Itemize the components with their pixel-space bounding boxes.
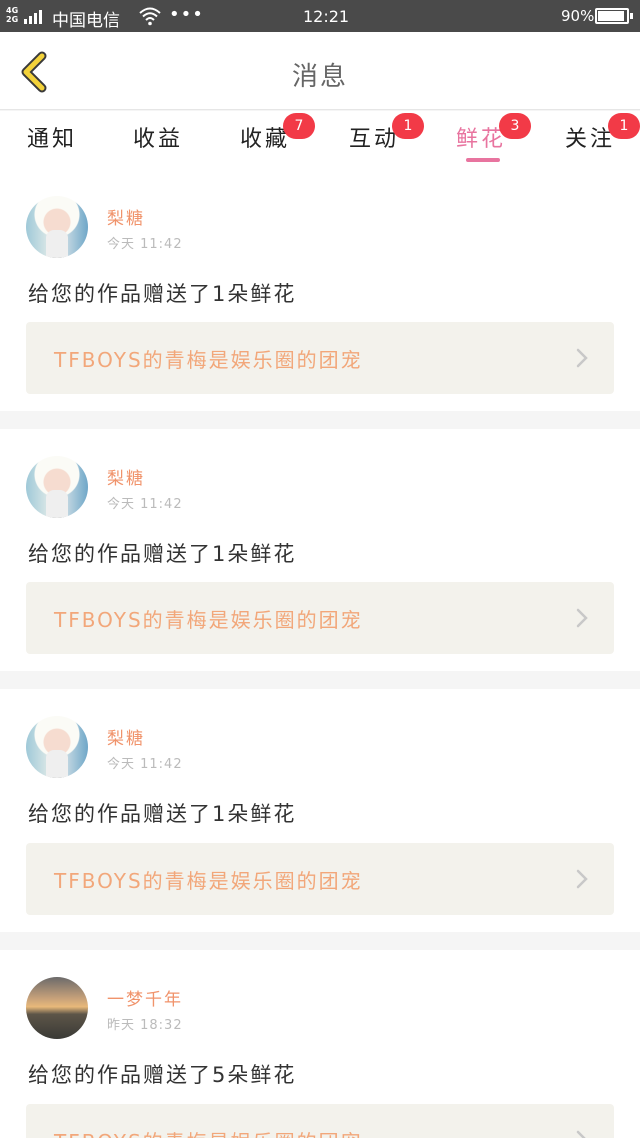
tab-notifications[interactable]: 通知 [2,121,102,173]
message-text: 给您的作品赠送了1朵鲜花 [28,282,297,306]
message-time: 昨天 18:32 [107,1018,183,1033]
work-link[interactable]: TFBOYS的青梅是娱乐圈的团宠 [26,1104,614,1138]
tab-flowers[interactable]: 鲜花 3 [431,113,531,173]
message-card: 梨糖 今天 11:42 给您的作品赠送了1朵鲜花 TFBOYS的青梅是娱乐圈的团… [0,689,640,932]
network-type: 4G 2G [6,6,18,24]
tab-following[interactable]: 关注 1 [540,113,640,173]
unread-badge: 7 [283,113,315,139]
tab-label: 收益 [132,127,183,152]
more-dots-icon: ••• [169,4,204,25]
tab-label: 通知 [26,127,77,152]
avatar[interactable] [26,716,88,778]
work-link[interactable]: TFBOYS的青梅是娱乐圈的团宠 [26,582,614,654]
chevron-right-icon [576,869,588,889]
message-time: 今天 11:42 [107,497,183,512]
status-bar: 4G 2G 中国电信 ••• 12:21 90% [0,0,640,32]
message-time: 今天 11:42 [107,757,183,772]
signal-icon [24,8,44,24]
active-tab-indicator [466,158,500,162]
work-title: TFBOYS的青梅是娱乐圈的团宠 [54,869,363,893]
tab-earnings[interactable]: 收益 [108,121,208,173]
message-text: 给您的作品赠送了1朵鲜花 [28,802,297,826]
page-title: 消息 [291,62,348,92]
message-time: 今天 11:42 [107,237,183,252]
sender-name[interactable]: 梨糖 [107,724,145,749]
message-text: 给您的作品赠送了1朵鲜花 [28,542,297,566]
unread-badge: 3 [499,113,531,139]
chevron-right-icon [576,608,588,628]
work-title: TFBOYS的青梅是娱乐圈的团宠 [54,348,363,372]
battery-icon [595,8,633,24]
chevron-right-icon [576,1130,586,1138]
tab-bar: 通知 收益 收藏 7 互动 1 鲜花 3 关注 1 [0,111,640,179]
work-title: TFBOYS的青梅是娱乐圈的团宠 [54,608,363,632]
unread-badge: 1 [608,113,640,139]
sender-name[interactable]: 一梦千年 [107,985,183,1010]
message-card: 梨糖 今天 11:42 给您的作品赠送了1朵鲜花 TFBOYS的青梅是娱乐圈的团… [0,429,640,671]
work-title: TFBOYS的青梅是娱乐圈的团宠 [54,1126,363,1138]
network-2g: 2G [6,15,19,24]
chevron-right-icon [576,348,588,368]
carrier-name: 中国电信 [52,11,120,31]
work-link[interactable]: TFBOYS的青梅是娱乐圈的团宠 [26,843,614,915]
work-link[interactable]: TFBOYS的青梅是娱乐圈的团宠 [26,322,614,394]
avatar[interactable] [26,456,88,518]
clock: 12:21 [303,7,350,26]
sender-name[interactable]: 梨糖 [107,204,145,229]
nav-header: 消息 [0,32,640,110]
battery-percent: 90% [561,7,595,25]
tab-favorites[interactable]: 收藏 7 [215,113,315,173]
unread-badge: 1 [392,113,424,139]
sender-name[interactable]: 梨糖 [107,464,145,489]
wifi-icon [139,7,161,26]
avatar[interactable] [26,196,88,258]
message-card: 梨糖 今天 11:42 给您的作品赠送了1朵鲜花 TFBOYS的青梅是娱乐圈的团… [0,179,640,411]
message-card: 一梦千年 昨天 18:32 给您的作品赠送了5朵鲜花 TFBOYS的青梅是娱乐圈… [0,950,640,1138]
message-text: 给您的作品赠送了5朵鲜花 [28,1063,297,1087]
network-4g: 4G [6,6,19,15]
avatar[interactable] [26,977,88,1039]
tab-interactions[interactable]: 互动 1 [324,113,424,173]
